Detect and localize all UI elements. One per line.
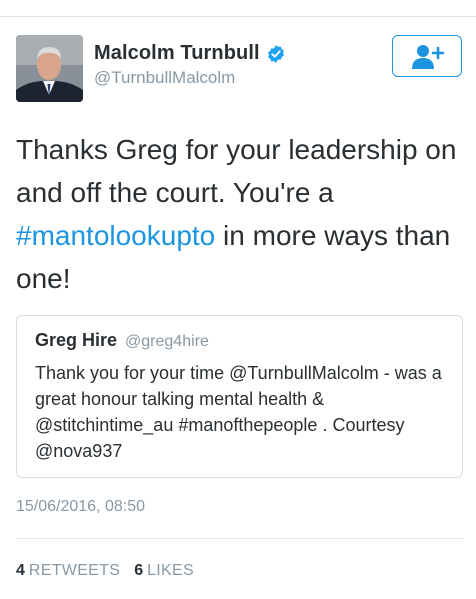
add-user-icon — [412, 45, 445, 69]
tweet-timestamp: 15/06/2016, 08:50 — [16, 498, 146, 515]
tweet-text-part: Thanks Greg for your leadership on and o… — [16, 134, 457, 208]
quoted-tweet-header: Greg Hire @greg4hire — [35, 330, 209, 351]
likes-count[interactable]: 6 — [134, 562, 143, 580]
avatar[interactable] — [16, 35, 83, 102]
verified-badge-icon — [267, 44, 284, 63]
author-handle[interactable]: @TurnbullMalcolm — [94, 68, 235, 88]
stats-divider — [16, 538, 464, 539]
tweet-text: Thanks Greg for your leadership on and o… — [16, 128, 466, 300]
quoted-author-name: Greg Hire — [35, 330, 118, 350]
retweets-count[interactable]: 4 — [16, 562, 25, 580]
engagement-stats: 4 RETWEETS 6 LIKES — [16, 562, 194, 580]
quoted-tweet-text: Thank you for your time @TurnbullMalcolm… — [35, 363, 442, 461]
follow-button[interactable] — [392, 35, 462, 77]
top-divider — [0, 16, 476, 17]
hashtag-link[interactable]: #mantolookupto — [16, 220, 215, 251]
avatar-portrait — [16, 35, 83, 102]
quoted-tweet[interactable]: Greg Hire @greg4hire Thank you for your … — [16, 315, 463, 478]
retweets-label[interactable]: RETWEETS — [29, 562, 120, 580]
quoted-author-handle: @greg4hire — [125, 333, 209, 350]
likes-label[interactable]: LIKES — [147, 562, 194, 580]
author-name[interactable]: Malcolm Turnbull — [94, 42, 260, 65]
author-name-row: Malcolm Turnbull — [94, 42, 286, 65]
